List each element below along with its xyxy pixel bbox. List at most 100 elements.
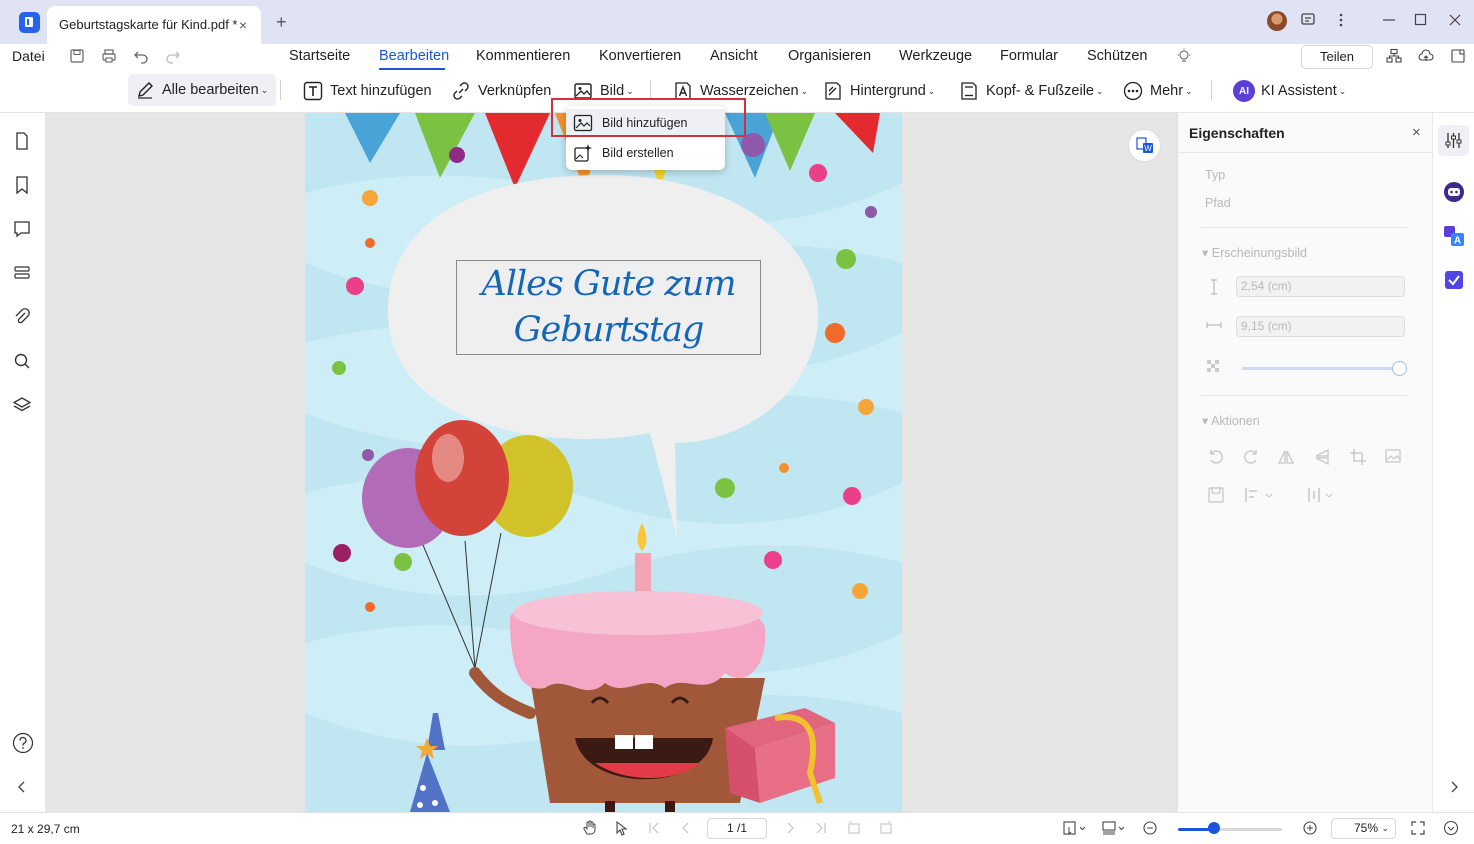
share-button[interactable]: Teilen: [1301, 45, 1373, 69]
previous-page-icon[interactable]: [679, 820, 693, 836]
tab-kommentieren[interactable]: Kommentieren: [476, 48, 570, 64]
tab-close-button[interactable]: ×: [239, 17, 247, 33]
maximize-icon[interactable]: [1414, 12, 1428, 28]
page-thumbnail-icon[interactable]: [12, 131, 32, 151]
flip-horizontal-icon[interactable]: [1277, 448, 1295, 466]
link-button[interactable]: Verknüpfen: [450, 79, 551, 103]
distribute-icon[interactable]: [1306, 486, 1336, 504]
path-label: Pfad: [1205, 196, 1231, 210]
rotate-right-icon[interactable]: [1242, 448, 1260, 466]
first-page-icon[interactable]: [647, 820, 661, 836]
align-icon[interactable]: [1244, 486, 1274, 504]
height-field[interactable]: 2,54 (cm): [1236, 276, 1405, 297]
fit-page-icon[interactable]: [1410, 820, 1426, 836]
properties-toggle-button[interactable]: [1438, 125, 1469, 156]
minimize-icon[interactable]: [1382, 12, 1396, 28]
pdf-page: Alles Gute zum Geburtstag: [305, 113, 902, 812]
hand-tool-icon[interactable]: [582, 820, 598, 836]
width-field[interactable]: 9,15 (cm): [1236, 316, 1405, 337]
chevron-down-icon: ⌄: [1338, 85, 1347, 96]
header-footer-button[interactable]: Kopf- & Fußzeile ⌄: [958, 79, 1104, 103]
crop-icon[interactable]: [1349, 448, 1367, 466]
page-number-input[interactable]: 1 /1: [707, 818, 767, 839]
appearance-section-label: ▾ Erscheinungsbild: [1202, 246, 1307, 260]
add-text-label: Text hinzufügen: [330, 83, 432, 99]
translate-icon[interactable]: A: [1443, 225, 1465, 247]
view-mode-icon[interactable]: [1062, 820, 1088, 836]
properties-panel: Eigenschaften × Typ Pfad ▾ Erscheinungsb…: [1177, 113, 1432, 812]
collapse-left-icon[interactable]: [12, 777, 32, 797]
ai-robot-icon[interactable]: [1443, 181, 1465, 203]
comment-icon[interactable]: [12, 219, 32, 239]
file-menu[interactable]: Datei: [12, 48, 45, 64]
convert-to-word-button[interactable]: W: [1128, 129, 1161, 162]
user-avatar[interactable]: [1267, 11, 1287, 31]
bookmark-icon[interactable]: [12, 175, 32, 195]
ai-badge-icon: AI: [1233, 80, 1255, 102]
feedback-icon[interactable]: [1300, 12, 1316, 28]
page-layout-icon[interactable]: [1101, 820, 1127, 836]
lightbulb-icon[interactable]: [1176, 48, 1192, 64]
add-text-button[interactable]: Text hinzufügen: [302, 79, 432, 103]
ai-assistant-button[interactable]: AI KI Assistent ⌄: [1233, 79, 1346, 103]
last-page-icon[interactable]: [814, 820, 828, 836]
link-icon: [450, 80, 472, 102]
attachment-icon[interactable]: [12, 307, 32, 327]
close-window-icon[interactable]: [1448, 12, 1462, 28]
create-image-menu-item[interactable]: Bild erstellen: [566, 139, 725, 167]
tab-ansicht[interactable]: Ansicht: [710, 48, 758, 64]
zoom-slider-thumb[interactable]: [1208, 822, 1220, 834]
replace-image-icon[interactable]: [1385, 448, 1403, 466]
greeting-text-box[interactable]: Alles Gute zum Geburtstag: [456, 260, 761, 355]
undo-icon[interactable]: [133, 48, 149, 64]
collapse-right-icon[interactable]: [1444, 777, 1464, 797]
select-tool-icon[interactable]: [614, 820, 630, 836]
extract-image-icon[interactable]: [1207, 486, 1225, 504]
document-tab[interactable]: Geburtstagskarte für Kind.pdf * ×: [47, 6, 261, 44]
tab-formular[interactable]: Formular: [1000, 48, 1058, 64]
tab-bearbeiten[interactable]: Bearbeiten: [379, 48, 449, 64]
rotate-page-icon[interactable]: [846, 820, 862, 836]
toolbar-divider: [1211, 80, 1212, 100]
edit-all-button[interactable]: Alle bearbeiten ⌄: [128, 74, 277, 106]
background-button[interactable]: Hintergrund ⌄: [822, 79, 935, 103]
tab-startseite[interactable]: Startseite: [289, 48, 350, 64]
tab-werkzeuge[interactable]: Werkzeuge: [899, 48, 972, 64]
create-image-label: Bild erstellen: [602, 146, 674, 160]
next-page-icon[interactable]: [783, 820, 797, 836]
more-button[interactable]: Mehr ⌄: [1122, 79, 1193, 103]
help-icon[interactable]: [12, 732, 34, 754]
ai-assistant-label: KI Assistent: [1261, 83, 1337, 99]
opacity-slider-thumb[interactable]: [1392, 361, 1407, 376]
divider: [1201, 227, 1407, 228]
zoom-in-icon[interactable]: [1302, 820, 1318, 836]
collaboration-icon[interactable]: [1386, 48, 1402, 64]
more-vertical-icon[interactable]: [1336, 12, 1346, 28]
flip-vertical-icon[interactable]: [1313, 448, 1331, 466]
tab-konvertieren[interactable]: Konvertieren: [599, 48, 681, 64]
print-icon[interactable]: [101, 48, 117, 64]
new-tab-button[interactable]: +: [276, 12, 287, 33]
background-icon: [822, 80, 844, 102]
fields-icon[interactable]: [12, 263, 32, 283]
task-check-icon[interactable]: [1443, 269, 1465, 291]
right-sidebar: A: [1432, 113, 1474, 812]
rotate-page-right-icon[interactable]: [878, 820, 894, 836]
expand-options-icon[interactable]: [1443, 820, 1459, 836]
greeting-line-2: Geburtstag: [513, 310, 705, 350]
cloud-upload-icon[interactable]: [1418, 48, 1434, 64]
search-icon[interactable]: [12, 351, 32, 371]
ai-image-icon: [572, 142, 594, 164]
tab-organisieren[interactable]: Organisieren: [788, 48, 871, 64]
left-sidebar: [0, 113, 46, 812]
tab-schuetzen[interactable]: Schützen: [1087, 48, 1147, 64]
properties-close-button[interactable]: ×: [1412, 124, 1421, 141]
opacity-slider[interactable]: [1242, 367, 1400, 370]
save-icon[interactable]: [69, 48, 85, 64]
zoom-out-icon[interactable]: [1142, 820, 1158, 836]
zoom-level-select[interactable]: 75% ⌄: [1331, 818, 1396, 839]
fullscreen-panel-icon[interactable]: [1450, 48, 1466, 64]
redo-icon[interactable]: [165, 48, 181, 64]
layers-icon[interactable]: [12, 395, 32, 415]
rotate-left-icon[interactable]: [1207, 448, 1225, 466]
